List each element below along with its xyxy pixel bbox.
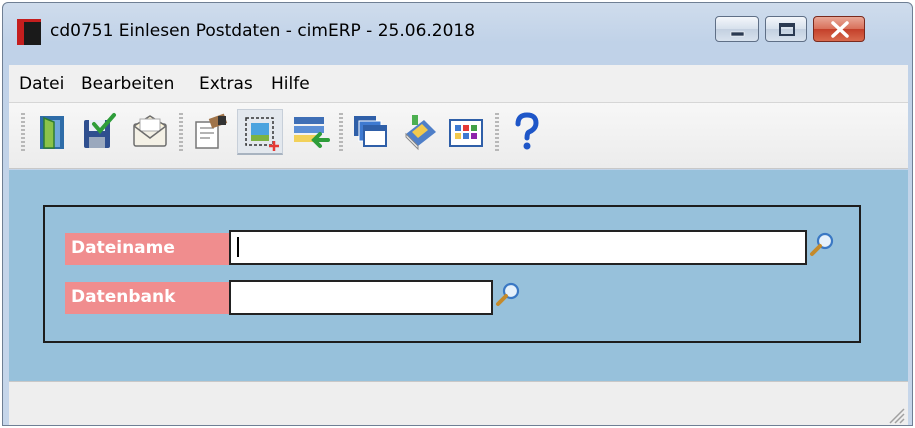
import-list-icon [294,117,330,148]
minimize-button[interactable] [715,16,759,42]
toolbar-separator [495,113,499,153]
dateiname-lookup-icon[interactable] [809,231,835,257]
status-bar [9,381,908,425]
dateiname-label: Dateiname [65,233,231,265]
new-record-icon [245,117,279,151]
windows-button[interactable] [347,109,393,155]
menu-extras[interactable]: Extras [199,74,253,94]
datenbank-label: Datenbank [65,282,231,314]
edit-document-icon [195,113,228,149]
datenbank-input[interactable] [229,280,493,315]
book-icon [405,115,436,151]
menu-bar: Datei Bearbeiten Extras Hilfe [9,65,908,103]
import-list-button[interactable] [287,109,333,155]
edit-button[interactable] [187,109,233,155]
new-record-button[interactable] [237,109,283,155]
maximize-button[interactable] [765,16,807,42]
exit-door-icon [40,116,64,149]
menu-hilfe[interactable]: Hilfe [271,74,310,94]
save-check-icon [84,113,116,148]
save-button[interactable] [75,109,121,155]
application-window: cd0751 Einlesen Postdaten - cimERP - 25.… [2,2,913,426]
windows-stack-icon [354,116,387,147]
toolbar-separator [179,113,183,153]
menu-datei[interactable]: Datei [19,74,64,94]
title-bar[interactable]: cd0751 Einlesen Postdaten - cimERP - 25.… [3,3,912,63]
resize-grip-icon[interactable] [884,403,906,425]
client-area: Dateiname Datenbank [9,170,908,381]
book-button[interactable] [397,109,443,155]
maximize-icon [779,23,795,36]
toolbar-separator [339,113,343,153]
minimize-icon [730,31,745,37]
mail-button[interactable] [127,109,173,155]
mail-envelope-icon [133,115,167,147]
datenbank-lookup-icon[interactable] [495,281,521,307]
dateiname-input[interactable] [229,230,807,265]
calendar-grid-icon [449,119,483,147]
window-title: cd0751 Einlesen Postdaten - cimERP - 25.… [50,21,476,41]
help-icon [515,112,539,150]
close-icon [831,21,849,38]
calendar-button[interactable] [443,109,489,155]
toolbar-grip[interactable] [21,113,25,153]
text-caret [237,236,239,257]
close-button[interactable] [813,16,865,42]
toolbar [9,103,908,169]
menu-bearbeiten[interactable]: Bearbeiten [81,74,174,94]
exit-button[interactable] [29,109,75,155]
help-button[interactable] [503,109,549,155]
app-logo-icon [17,19,41,45]
input-group-box: Dateiname Datenbank [43,205,861,343]
